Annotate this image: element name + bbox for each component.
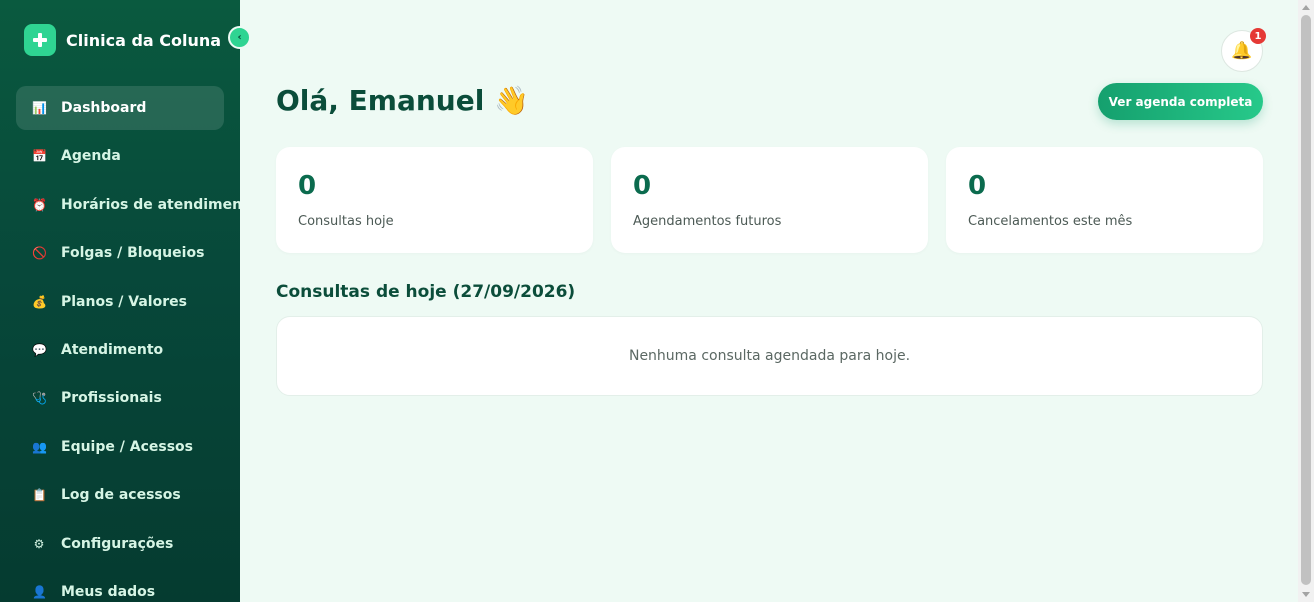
sidebar-item-label: Configurações	[61, 535, 174, 552]
sidebar-item-label: Meus dados	[61, 583, 156, 600]
sidebar-item-label: Profissionais	[61, 390, 162, 407]
sidebar-item-folgas[interactable]: 🚫 Folgas / Bloqueios	[16, 231, 224, 275]
sidebar-item-label: Log de acessos	[61, 487, 181, 504]
page-title: Olá, Emanuel 👋	[276, 84, 529, 117]
stethoscope-icon: 🩺	[32, 391, 47, 406]
stat-card-cancelamentos: 0 Cancelamentos este mês	[946, 147, 1263, 253]
sidebar-item-label: Horários de atendimento	[61, 196, 240, 213]
notification-badge: 1	[1250, 28, 1266, 44]
empty-appointments-card: Nenhuma consulta agendada para hoje.	[276, 316, 1263, 396]
stat-card-consultas-hoje: 0 Consultas hoje	[276, 147, 593, 253]
sidebar-nav: 📊 Dashboard 📅 Agenda ⏰ Horários de atend…	[16, 86, 240, 602]
sidebar-item-horarios[interactable]: ⏰ Horários de atendimento	[16, 183, 240, 227]
chart-icon: 📊	[32, 101, 47, 115]
section-title: Consultas de hoje (27/09/2026)	[276, 282, 576, 302]
team-icon: 👥	[32, 439, 47, 454]
sidebar-item-profissionais[interactable]: 🩺 Profissionais	[16, 376, 224, 420]
main-content: 🔔 1 Olá, Emanuel 👋 Ver agenda completa 0…	[240, 0, 1298, 602]
chevron-left-icon: ‹	[237, 32, 242, 43]
sidebar-item-label: Planos / Valores	[61, 293, 187, 310]
stat-label: Consultas hoje	[298, 214, 394, 229]
prohibited-icon: 🚫	[32, 246, 47, 261]
sidebar-item-label: Equipe / Acessos	[61, 438, 193, 455]
alarm-clock-icon: ⏰	[32, 197, 47, 212]
empty-message: Nenhuma consulta agendada para hoje.	[628, 348, 911, 364]
sidebar-item-planos[interactable]: 💰 Planos / Valores	[16, 280, 224, 324]
stat-card-agendamentos-futuros: 0 Agendamentos futuros	[611, 147, 928, 253]
sidebar-item-dashboard[interactable]: 📊 Dashboard	[16, 86, 224, 130]
collapse-sidebar-button[interactable]: ‹	[228, 26, 251, 49]
sidebar-item-label: Folgas / Bloqueios	[61, 245, 205, 262]
sidebar-item-agenda[interactable]: 📅 Agenda	[16, 134, 224, 178]
bell-icon: 🔔	[1231, 41, 1253, 61]
notifications-button[interactable]: 🔔 1	[1221, 28, 1266, 72]
sidebar-item-log[interactable]: 📋 Log de acessos	[16, 473, 224, 517]
money-bag-icon: 💰	[32, 294, 47, 309]
scrollbar-thumb[interactable]	[1301, 15, 1311, 585]
speech-bubble-icon: 💬	[32, 342, 47, 357]
sidebar-item-atendimento[interactable]: 💬 Atendimento	[16, 328, 224, 372]
sidebar-item-configuracoes[interactable]: ⚙ Configurações	[16, 522, 224, 566]
brand[interactable]: Clinica da Coluna	[24, 24, 221, 56]
sidebar-item-equipe[interactable]: 👥 Equipe / Acessos	[16, 425, 224, 469]
sidebar-item-label: Atendimento	[61, 341, 164, 358]
stat-value: 0	[633, 171, 652, 201]
sidebar-item-meus-dados[interactable]: 👤 Meus dados	[16, 570, 224, 602]
stat-label: Cancelamentos este mês	[968, 214, 1133, 229]
plus-logo-icon	[24, 24, 56, 56]
scroll-up-arrow-icon[interactable]	[1302, 5, 1310, 10]
view-full-agenda-button[interactable]: Ver agenda completa	[1098, 83, 1263, 120]
gear-icon: ⚙	[33, 536, 45, 551]
stat-value: 0	[298, 171, 317, 201]
stat-value: 0	[968, 171, 987, 201]
stat-label: Agendamentos futuros	[633, 214, 782, 229]
scroll-down-arrow-icon[interactable]	[1302, 592, 1310, 597]
sidebar-item-label: Dashboard	[61, 100, 147, 116]
vertical-scrollbar[interactable]	[1298, 0, 1314, 602]
sidebar: Clinica da Coluna 📊 Dashboard 📅 Agenda ⏰…	[0, 0, 240, 602]
clipboard-icon: 📋	[32, 488, 47, 503]
user-icon: 👤	[32, 584, 47, 599]
calendar-icon: 📅	[32, 149, 47, 164]
brand-name: Clinica da Coluna	[66, 30, 222, 50]
sidebar-item-label: Agenda	[61, 148, 121, 165]
